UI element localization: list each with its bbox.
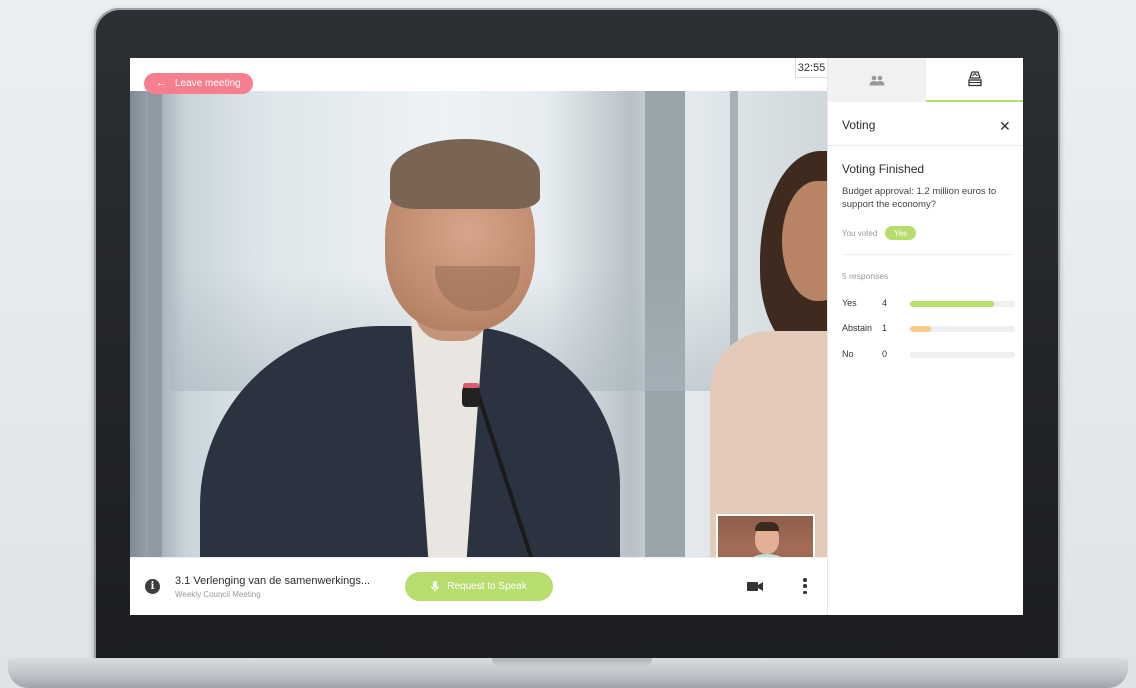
voting-status: Voting Finished	[842, 162, 925, 176]
leave-meeting-label: Leave meeting	[175, 78, 241, 89]
window-frame	[148, 91, 162, 557]
laptop-notch	[492, 658, 652, 667]
microphone-ring	[463, 383, 479, 388]
result-count: 0	[882, 349, 888, 359]
result-count: 4	[882, 298, 888, 308]
bottom-toolbar: i 3.1 Verlenging van de samenwerkings...…	[130, 557, 827, 615]
result-row-yes: Yes 4	[842, 298, 1015, 310]
result-bar-track	[910, 352, 1015, 358]
info-icon[interactable]: i	[145, 579, 160, 594]
meeting-timer: 32:55	[795, 58, 827, 78]
you-voted-label: You voted	[842, 229, 878, 238]
main-video	[130, 91, 827, 557]
you-voted-badge: Yes	[885, 226, 917, 240]
self-view-hair	[755, 522, 779, 531]
result-bar-track	[910, 326, 1015, 332]
panel-title: Voting	[842, 118, 876, 132]
side-panel: Voting ✕ Voting Finished Budget approval…	[827, 58, 1023, 615]
result-row-abstain: Abstain 1	[842, 323, 1015, 335]
arrow-left-icon: ←	[156, 77, 167, 89]
result-bar-fill	[910, 326, 931, 332]
tab-participants[interactable]	[828, 58, 926, 102]
result-count: 1	[882, 323, 888, 333]
result-bar-track	[910, 301, 1015, 307]
result-label: No	[842, 349, 854, 359]
result-label: Abstain	[842, 323, 873, 333]
more-vertical-icon[interactable]	[802, 578, 808, 594]
result-row-no: No 0	[842, 349, 1015, 361]
result-label: Yes	[842, 298, 857, 308]
request-to-speak-button[interactable]: Request to Speak	[405, 572, 553, 601]
self-view-video[interactable]	[716, 514, 815, 557]
agenda-item-title: 3.1 Verlenging van de samenwerkings...	[175, 575, 371, 587]
meeting-name: Weekly Council Meeting	[175, 590, 261, 599]
microphone-icon	[431, 581, 440, 592]
close-icon[interactable]: ✕	[999, 119, 1011, 133]
panel-tabs	[828, 58, 1023, 102]
responses-count: 5 responses	[842, 271, 889, 281]
ballot-box-icon	[968, 71, 982, 87]
divider	[842, 254, 1012, 255]
participants-icon	[869, 75, 885, 85]
video-camera-icon[interactable]	[747, 581, 763, 592]
man-hair	[390, 139, 540, 209]
request-to-speak-label: Request to Speak	[447, 581, 527, 592]
panel-header: Voting ✕	[828, 102, 1023, 146]
voting-question: Budget approval: 1.2 million euros to su…	[842, 186, 997, 210]
dot	[803, 590, 807, 594]
dot	[803, 584, 807, 588]
result-bar-fill	[910, 301, 994, 307]
dot	[803, 578, 807, 582]
tab-voting[interactable]	[926, 58, 1023, 102]
leave-meeting-button[interactable]: ← Leave meeting	[144, 73, 253, 94]
meeting-screen: ← Leave meeting 32:55 i 3.1 Verlenging v…	[130, 58, 1023, 615]
